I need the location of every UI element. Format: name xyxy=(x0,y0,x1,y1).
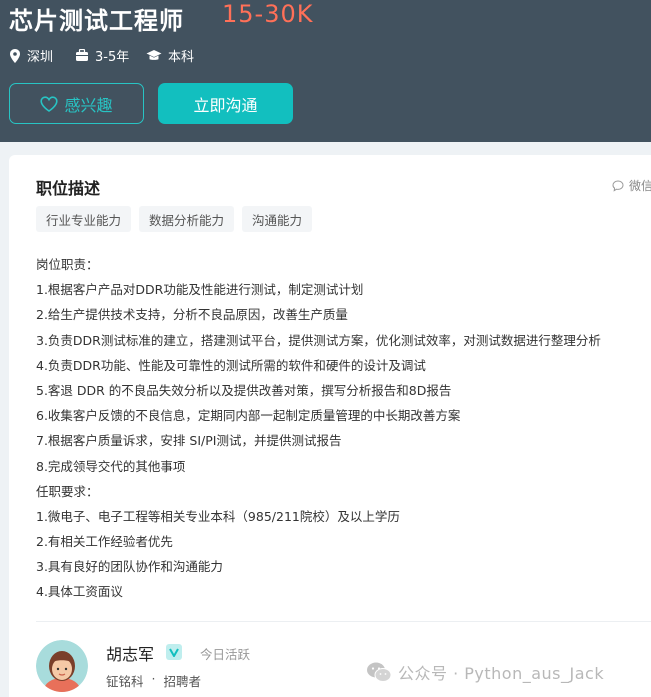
experience-meta: 3-5年 xyxy=(75,46,129,65)
wechat-label: 微信 xyxy=(629,179,651,193)
interested-button[interactable]: 感兴趣 xyxy=(9,83,144,124)
location-meta: 深圳 xyxy=(9,46,53,65)
divider xyxy=(36,621,651,622)
salary: 15-30K xyxy=(222,0,314,28)
watermark: 公众号 · Python_aus_Jack xyxy=(366,660,604,684)
description-line: 7.根据客户质量诉求，安排 SI/PI测试，并提供测试报告 xyxy=(36,433,342,449)
interested-button-label: 感兴趣 xyxy=(64,95,113,115)
recruiter-role: 招聘者 xyxy=(163,674,202,689)
description-line: 2.给生产提供技术支持，分析不良品原因，改善生产质量 xyxy=(36,307,348,323)
separator: · xyxy=(151,671,156,686)
description-line: 4.具体工资面议 xyxy=(36,584,123,600)
watermark-text: 公众号 · Python_aus_Jack xyxy=(398,664,605,683)
description-line: 4.负责DDR功能、性能及可靠性的测试所需的软件和硬件的设计及调试 xyxy=(36,357,426,373)
avatar-image xyxy=(36,640,88,692)
location-text: 深圳 xyxy=(27,50,54,65)
description-line: 5.客退 DDR 的不良品失效分析以及提供改善对策，撰写分析报告和8D报告 xyxy=(36,382,452,398)
wechat-logo-icon xyxy=(367,662,392,682)
job-description-text: 岗位职责： 1.根据客户产品对DDR功能及性能进行测试，制定测试计划 2.给生产… xyxy=(36,252,651,605)
job-title: 芯片测试工程师 xyxy=(9,7,184,35)
description-line: 8.完成领导交代的其他事项 xyxy=(36,458,186,474)
wechat-share[interactable]: 微信 xyxy=(612,177,651,194)
experience-text: 3-5年 xyxy=(95,50,130,65)
description-line: 任职要求： xyxy=(36,483,99,499)
recruiter-name: 胡志军 xyxy=(106,645,155,664)
skill-tag: 行业专业能力 xyxy=(36,206,132,232)
location-pin-icon xyxy=(10,48,20,63)
heart-icon xyxy=(40,95,59,112)
active-status: 今日活跃 xyxy=(200,647,251,662)
skill-tag: 沟通能力 xyxy=(242,206,313,232)
description-line: 2.有相关工作经验者优先 xyxy=(36,534,173,550)
graduation-cap-icon xyxy=(146,50,162,60)
recruiter-company: 钲铭科 xyxy=(106,674,144,689)
section-title: 职位描述 xyxy=(36,179,101,198)
description-line: 1.根据客户产品对DDR功能及性能进行测试，制定测试计划 xyxy=(36,282,364,298)
description-line: 1.微电子、电子工程等相关专业本科（985/211院校）及以上学历 xyxy=(36,508,400,524)
skill-tags: 行业专业能力 数据分析能力 沟通能力 xyxy=(36,206,313,232)
description-line: 岗位职责： xyxy=(36,257,99,272)
job-header: 芯片测试工程师 15-30K 深圳 3-5年 本科 感兴趣 立即沟通 xyxy=(0,0,651,142)
recruiter-avatar[interactable] xyxy=(36,640,88,692)
skill-tag: 数据分析能力 xyxy=(139,206,235,232)
description-line: 3.负责DDR测试标准的建立，搭建测试平台，提供测试方案，优化测试效率，对测试数… xyxy=(36,332,601,348)
description-line: 6.收集客户反馈的不良信息，定期同内部一起制定质量管理的中长期改善方案 xyxy=(36,408,461,424)
verified-badge-icon xyxy=(166,644,182,660)
description-line: 3.具有良好的团队协作和沟通能力 xyxy=(36,559,223,575)
chat-now-button-label: 立即沟通 xyxy=(193,95,258,115)
briefcase-icon xyxy=(76,49,88,61)
education-meta: 本科 xyxy=(146,46,194,65)
recruiter-info: 钲铭科 · 招聘者 xyxy=(106,671,201,690)
chat-bubble-icon xyxy=(612,179,624,192)
education-text: 本科 xyxy=(168,50,195,65)
chat-now-button[interactable]: 立即沟通 xyxy=(158,83,293,124)
